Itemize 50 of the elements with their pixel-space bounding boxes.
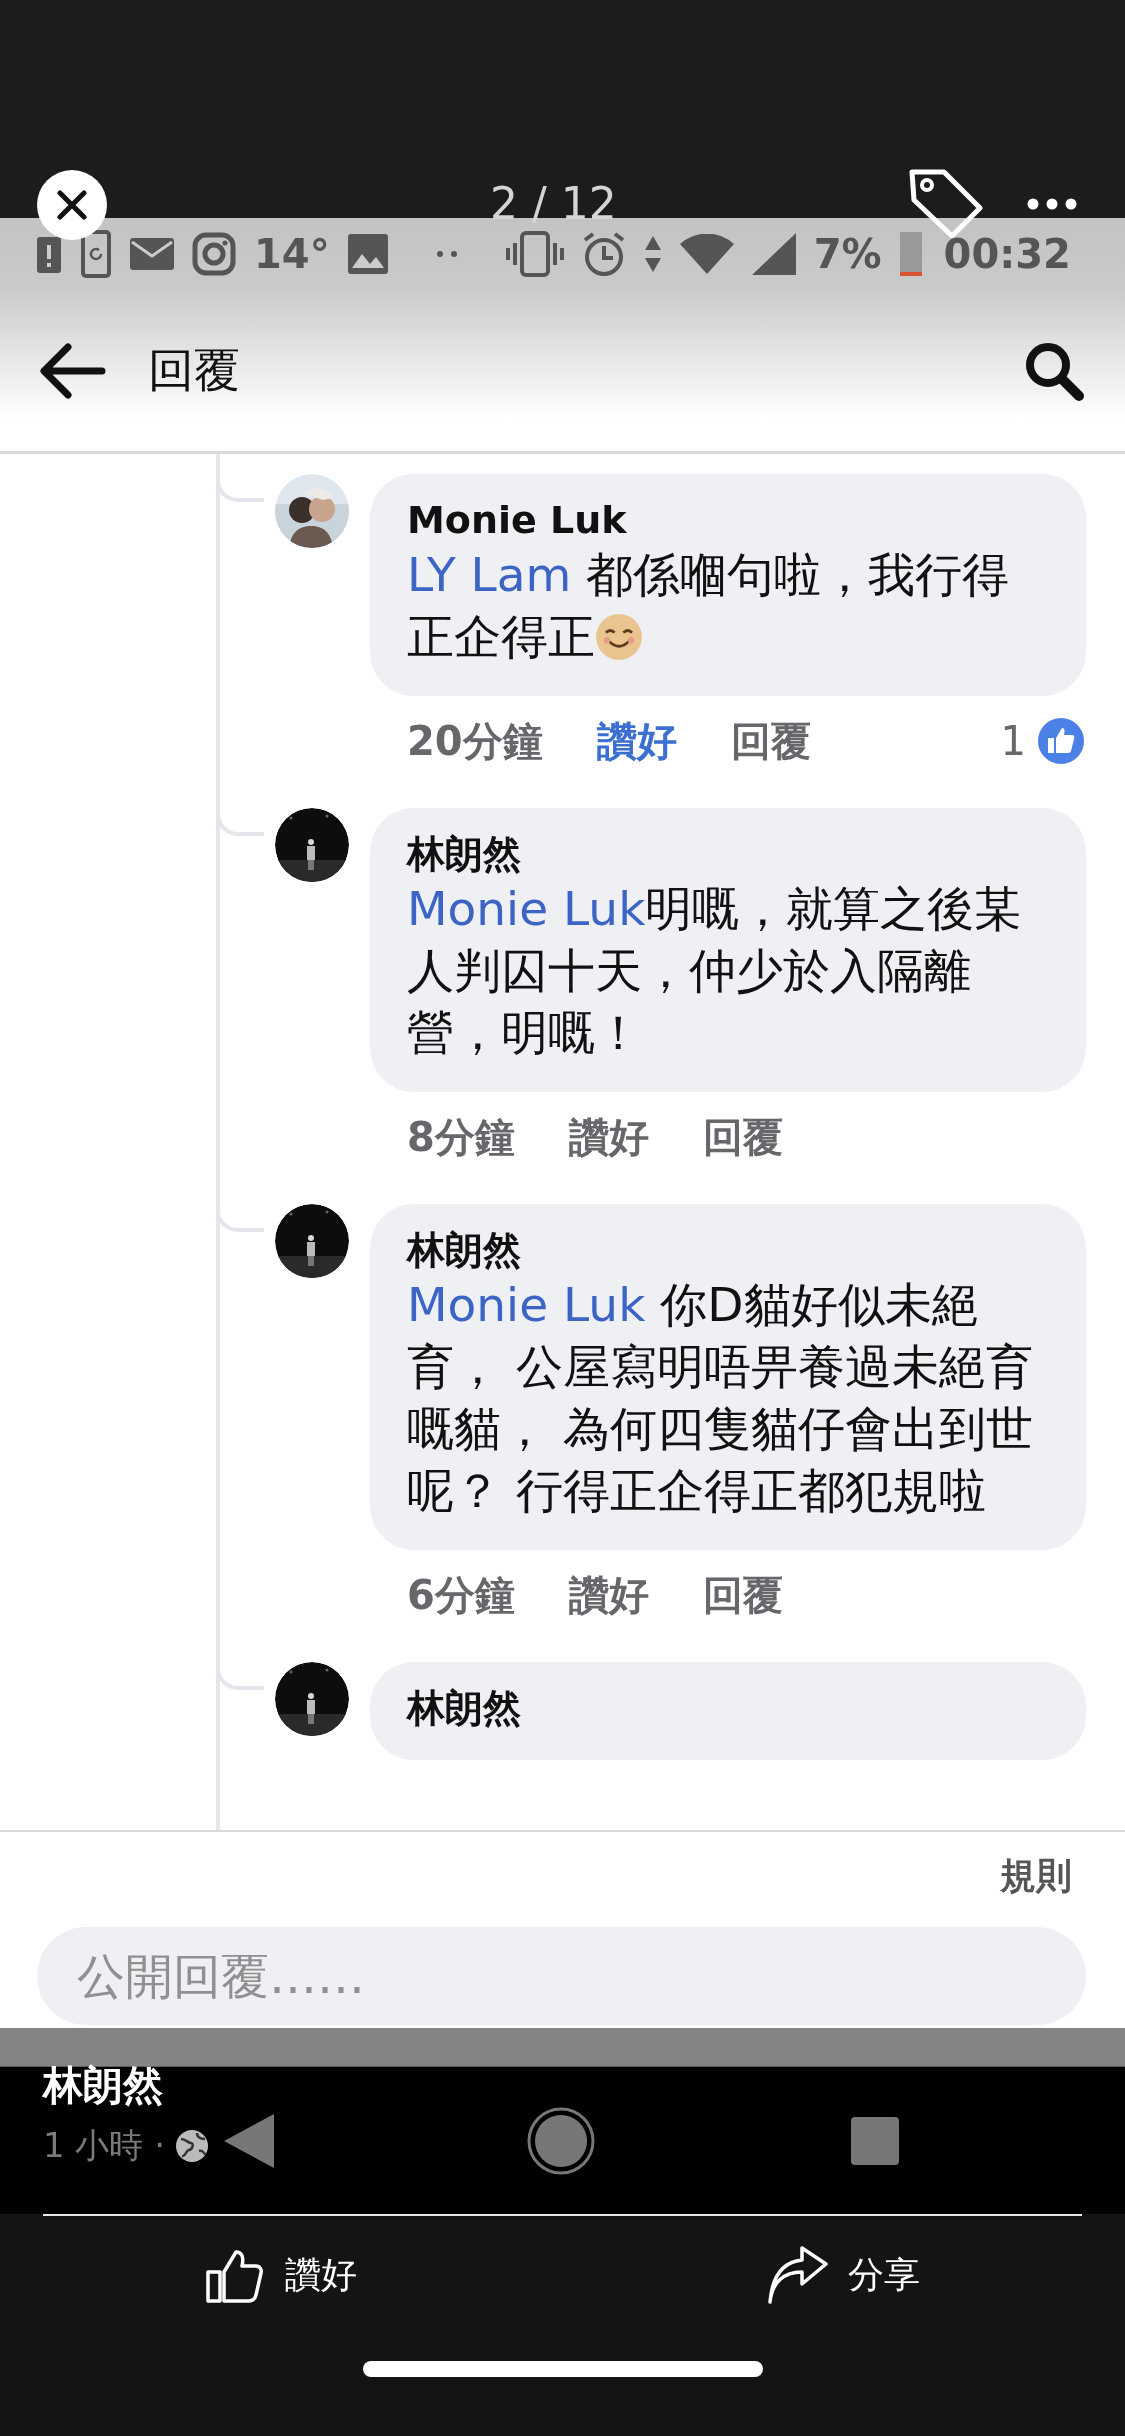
author-name[interactable]: 林朗然 (407, 830, 1036, 878)
comment-text: Monie Luk 你D貓好似未絕育， 公屋寫明唔畀養過未絕育嘅貓， 為何四隻貓仔會出到世呢？ 行得正企得正都犯規啦 (407, 1276, 1034, 1520)
author-name[interactable]: 林朗然 (407, 1226, 1036, 1274)
mail-icon (130, 236, 174, 272)
data-arrows-icon (643, 234, 662, 274)
temperature-text: 14° (254, 231, 330, 277)
share-button[interactable]: 分享 (759, 2242, 928, 2308)
page-title: 回覆 (148, 341, 240, 399)
reply-link[interactable]: 回覆 (702, 1109, 783, 1165)
phone-sync-icon (80, 230, 112, 278)
mention-link[interactable]: Monie Luk (407, 1277, 646, 1332)
signal-icon (751, 233, 796, 275)
home-circle-icon[interactable] (526, 2106, 596, 2176)
like-badge-icon (1036, 716, 1086, 766)
author-name[interactable]: Monie Luk (407, 496, 1036, 544)
camera-icon (192, 232, 236, 276)
page-counter: 2 / 12 (490, 178, 617, 229)
alarm-icon (581, 231, 626, 277)
more-icon[interactable] (1027, 198, 1077, 210)
like-link[interactable]: 讚好 (568, 1109, 649, 1165)
close-icon (57, 190, 87, 220)
post-time: 1 小時 · (43, 2124, 166, 2167)
comment-time: 20分鐘 (407, 716, 543, 766)
comment-time: 6分鐘 (407, 1570, 515, 1620)
comment-text: Monie Luk明嘅，就算之後某人判囚十天，仲少於入隔離營，明嘅！ (407, 880, 1023, 1062)
vibrate-icon (505, 231, 564, 277)
image-icon (347, 234, 388, 274)
wifi-icon (679, 234, 734, 274)
reaction-count: 1 (1000, 718, 1026, 764)
comment-time: 8分鐘 (407, 1112, 515, 1162)
battery-percent: 7% (813, 231, 882, 277)
mention-link[interactable]: Monie Luk (407, 881, 646, 936)
reply-link[interactable]: 回覆 (730, 713, 811, 769)
clock-time: 00:32 (943, 231, 1071, 277)
like-link[interactable]: 讚好 (568, 1567, 649, 1623)
reply-link[interactable]: 回覆 (702, 1567, 783, 1623)
share-arrow-icon (767, 2246, 828, 2304)
battery-icon (899, 232, 922, 276)
comment-text: LY Lam 都係嗰句啦，我行得正企得正 (407, 546, 1011, 666)
reply-field[interactable]: 公開回覆…… (37, 1927, 1086, 2025)
globe-icon (175, 2129, 210, 2163)
rules-link[interactable]: 規則 (1000, 1852, 1072, 1901)
post-author: 林朗然 (43, 2061, 164, 2110)
back-arrow-icon[interactable] (40, 342, 106, 399)
mention-link[interactable]: LY Lam (407, 547, 572, 602)
author-name[interactable]: 林朗然 (407, 1684, 1036, 1732)
like-link[interactable]: 讚好 (596, 713, 677, 769)
like-button[interactable]: 讚好 (197, 2242, 366, 2308)
back-triangle-icon[interactable] (224, 2112, 276, 2170)
dots-icon (435, 250, 458, 258)
